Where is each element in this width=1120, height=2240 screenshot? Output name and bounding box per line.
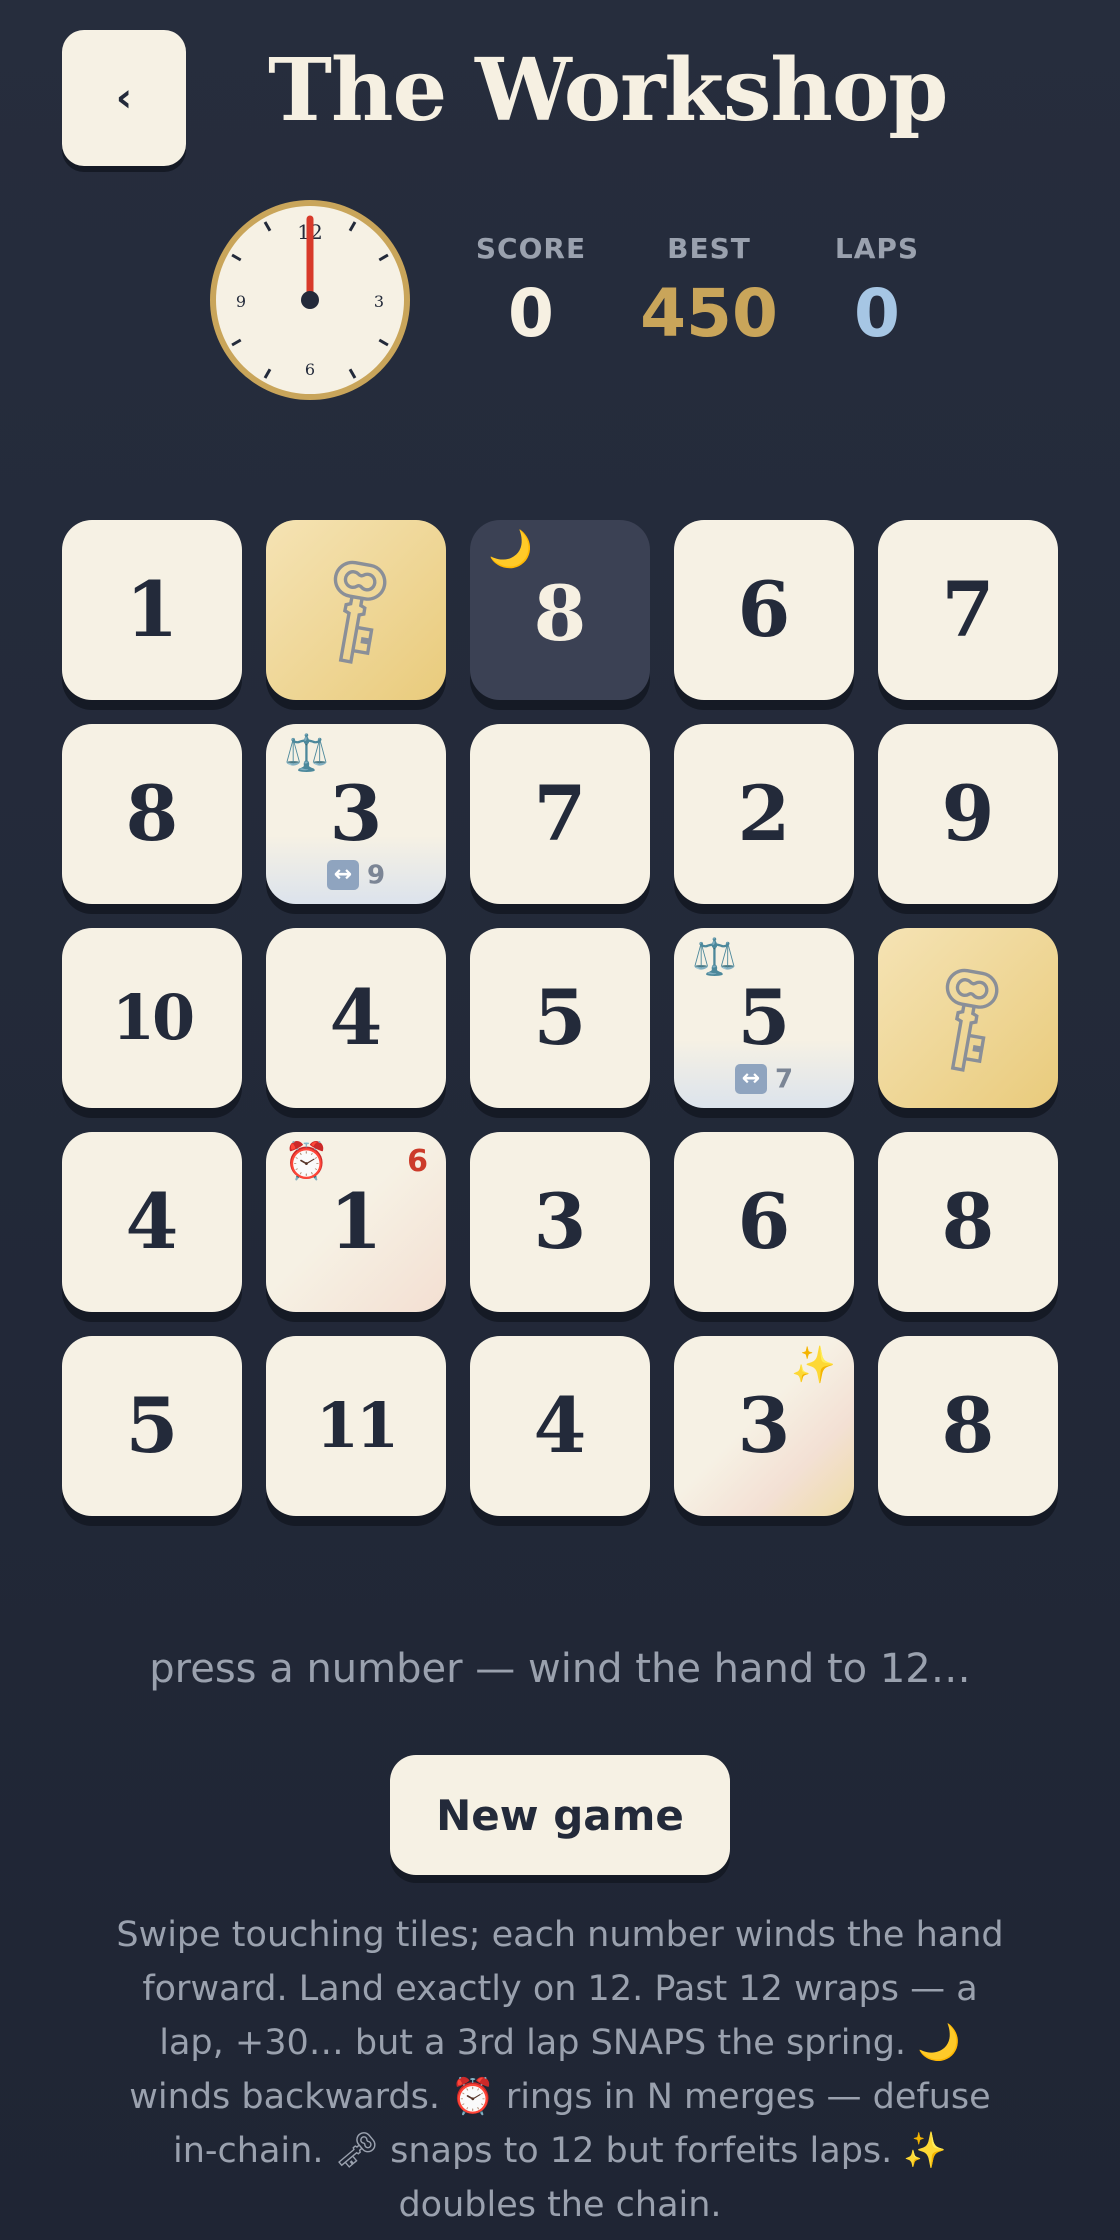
laps-value: 0 [854,275,900,352]
laps-stat: LAPS 0 [797,232,957,352]
number-tile[interactable]: 4 [470,1336,650,1516]
number-tile[interactable]: 7 [470,724,650,904]
swap-arrows-icon: ↔ [734,1064,767,1094]
clock-pivot [301,291,319,309]
number-tile[interactable]: 9 [878,724,1058,904]
tile-number: 2 [737,769,791,858]
alarm-clock-icon: ⏰ [284,1141,329,1182]
game-board: 1 🗝 🌙 8 6 7 8 ⚖️ 3 ↔ 9 7 2 9 10 4 5 ⚖️ 5 ↔ 7 🗝 4 ⏰ 6 1 3 6 8 5 11 4 ✨ 3 8 [62,520,1058,1516]
hint-text: press a number — wind the hand to 12… [149,1646,971,1692]
moon-tile[interactable]: 🌙 8 [470,520,650,700]
tile-number: 6 [737,1177,791,1266]
tile-number: 5 [533,973,587,1062]
number-tile[interactable]: 5 [62,1336,242,1516]
tile-number: 5 [125,1381,179,1470]
score-value: 0 [508,275,554,352]
tile-number: 6 [737,565,791,654]
number-tile[interactable]: 8 [878,1336,1058,1516]
tile-number: 3 [329,769,383,858]
tile-number: 11 [315,1389,399,1462]
number-tile[interactable]: 2 [674,724,854,904]
tile-number: 7 [941,565,995,654]
tile-number: 8 [533,569,587,658]
number-tile[interactable]: 4 [266,928,446,1108]
clock-numeral-6: 6 [305,360,315,379]
alarm-countdown: 6 [407,1144,428,1179]
number-tile[interactable]: 3 [470,1132,650,1312]
balance-tile[interactable]: ⚖️ 3 ↔ 9 [266,724,446,904]
tile-number: 8 [941,1381,995,1470]
swap-indicator: ↔ 9 [266,860,446,890]
number-tile[interactable]: 7 [878,520,1058,700]
swap-value: 7 [774,1064,794,1094]
number-tile[interactable]: 1 [62,520,242,700]
tile-number: 8 [941,1177,995,1266]
balance-tile[interactable]: ⚖️ 5 ↔ 7 [674,928,854,1108]
key-icon: 🗝 [282,536,430,684]
number-tile[interactable]: 6 [674,1132,854,1312]
tile-number: 1 [125,565,179,654]
key-tile[interactable]: 🗝 [878,928,1058,1108]
tile-number: 9 [941,769,995,858]
key-tile[interactable]: 🗝 [266,520,446,700]
number-tile[interactable]: 6 [674,520,854,700]
tile-number: 4 [329,973,383,1062]
swap-indicator: ↔ 7 [674,1064,854,1094]
balance-scale-icon: ⚖️ [284,733,329,774]
clock-numeral-3: 3 [374,292,384,311]
laps-label: LAPS [834,232,920,265]
balance-scale-icon: ⚖️ [692,937,737,978]
number-tile[interactable]: 8 [878,1132,1058,1312]
clock-dial: 12 3 6 9 [210,200,410,400]
number-tile[interactable]: 8 [62,724,242,904]
sparkle-icon: ✨ [791,1345,836,1386]
tile-number: 10 [111,981,195,1054]
rules-text: Swipe touching tiles; each number winds … [116,1915,1004,2225]
number-tile[interactable]: 11 [266,1336,446,1516]
swap-arrows-icon: ↔ [326,860,359,890]
alarm-tile[interactable]: ⏰ 6 1 [266,1132,446,1312]
sparkle-tile[interactable]: ✨ 3 [674,1336,854,1516]
back-chevron-icon: ‹ [115,75,133,121]
number-tile[interactable]: 10 [62,928,242,1108]
swap-value: 9 [366,860,386,890]
clock-numeral-9: 9 [236,292,246,311]
number-tile[interactable]: 4 [62,1132,242,1312]
number-tile[interactable]: 5 [470,928,650,1108]
tile-number: 8 [125,769,179,858]
page-title: The Workshop [268,40,948,141]
new-game-button[interactable]: New game [390,1755,730,1875]
best-value: 450 [640,275,778,352]
tile-number: 4 [125,1177,179,1266]
tile-number: 1 [329,1177,383,1266]
score-stat: SCORE 0 [451,232,611,352]
tile-number: 5 [737,973,791,1062]
best-label: BEST [667,232,751,265]
best-stat: BEST 450 [629,232,789,352]
key-icon: 🗝 [894,944,1042,1092]
tile-number: 7 [533,769,587,858]
moon-icon: 🌙 [488,529,533,570]
tile-number: 3 [737,1381,791,1470]
back-button[interactable]: ‹ [62,30,186,166]
tile-number: 3 [533,1177,587,1266]
score-label: SCORE [475,232,587,265]
tile-number: 4 [533,1381,587,1470]
